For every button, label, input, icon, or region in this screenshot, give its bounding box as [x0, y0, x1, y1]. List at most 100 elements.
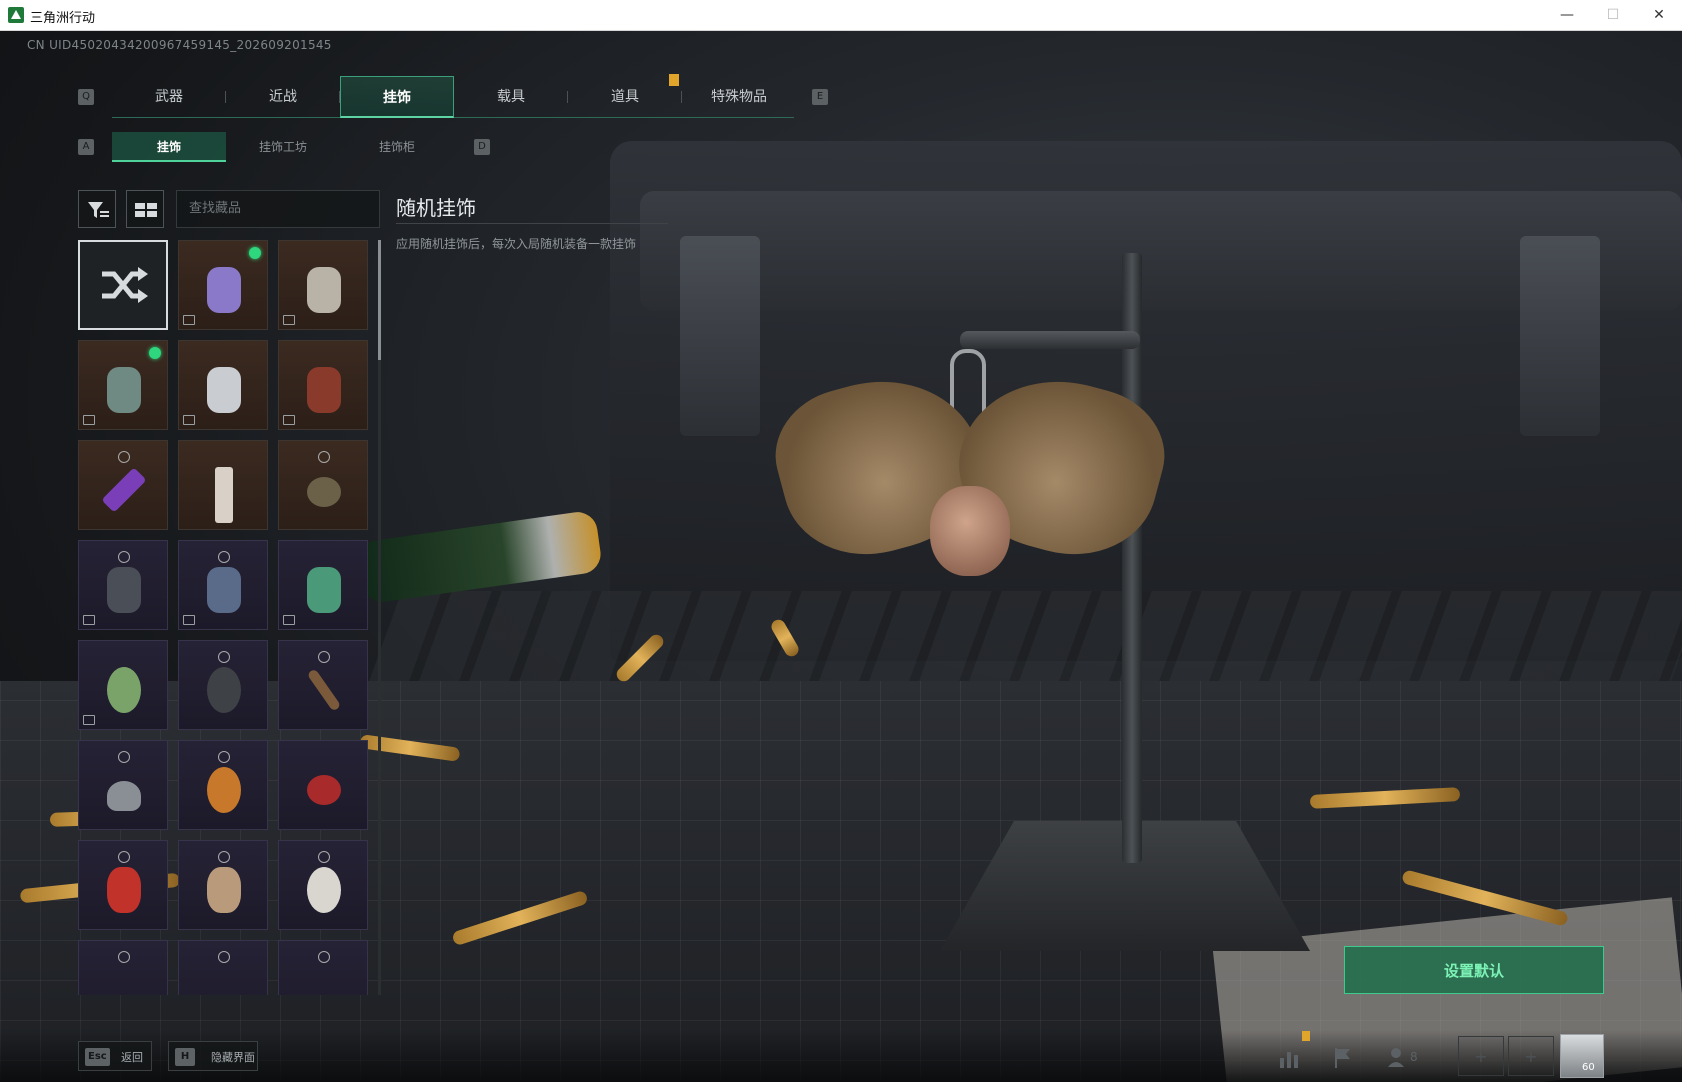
app-icon — [8, 7, 24, 23]
charm-ring — [218, 651, 230, 663]
key-hint-next-tab: E — [812, 89, 828, 105]
close-button[interactable]: ✕ — [1636, 0, 1682, 31]
charm-item[interactable] — [278, 740, 368, 830]
charm-ring — [318, 651, 330, 663]
charm-thumbnail — [307, 775, 341, 805]
charm-thumbnail — [307, 477, 341, 507]
grid-scrollbar-thumb[interactable] — [378, 240, 381, 360]
charm-item[interactable] — [78, 840, 168, 930]
charm-thumbnail — [207, 867, 241, 913]
charm-thumbnail — [107, 867, 141, 913]
charm-thumbnail — [207, 367, 241, 413]
charm-item[interactable] — [178, 740, 268, 830]
charm-item[interactable] — [78, 440, 168, 530]
charm-item[interactable] — [78, 340, 168, 430]
charm-thumbnail — [207, 767, 241, 813]
preview-icon — [83, 715, 95, 725]
charm-item[interactable] — [178, 340, 268, 430]
charm-item[interactable] — [278, 640, 368, 730]
back-button[interactable]: Esc 返回 — [78, 1041, 152, 1071]
flag-icon-shape — [1335, 1048, 1350, 1068]
minimize-button[interactable]: — — [1544, 0, 1590, 31]
charm-thumbnail — [215, 467, 233, 523]
charm-thumbnail — [207, 567, 241, 613]
charm-item[interactable] — [278, 540, 368, 630]
charm-item[interactable] — [278, 340, 368, 430]
grid-view-button[interactable] — [126, 190, 164, 228]
equipped-indicator — [249, 247, 261, 259]
party-slot[interactable]: + — [1508, 1036, 1554, 1076]
stats-icon[interactable] — [1272, 1040, 1306, 1074]
hotkey-label: 隐藏界面 — [211, 1051, 255, 1064]
subtab-charm-cabinet[interactable]: 挂饰柜 — [340, 132, 454, 162]
grid-icon — [135, 203, 157, 217]
tab-special-items[interactable]: 特殊物品 — [682, 76, 796, 118]
friends-count: 8 — [1410, 1050, 1418, 1064]
preview-icon — [183, 615, 195, 625]
uid-label: CN UID450204342009674591​45_202609201545 — [27, 38, 332, 52]
window-titlebar: 三角洲行动 — ☐ ✕ — [0, 0, 1682, 31]
charm-ring — [218, 951, 230, 963]
tab-melee[interactable]: 近战 — [226, 76, 340, 118]
random-charm-item[interactable] — [78, 240, 168, 330]
charm-item[interactable] — [278, 440, 368, 530]
hotkey-key: H — [175, 1048, 195, 1066]
preview-icon — [183, 315, 195, 325]
subtab-charms[interactable]: 挂饰 — [112, 132, 226, 162]
flag-icon[interactable] — [1326, 1040, 1360, 1074]
tab-notification-marker — [669, 74, 679, 86]
charm-ring — [218, 751, 230, 763]
set-default-button[interactable]: 设置默认 — [1344, 946, 1604, 994]
charm-item[interactable] — [178, 540, 268, 630]
charm-item[interactable] — [178, 840, 268, 930]
filter-button[interactable] — [78, 190, 116, 228]
tab-vehicles[interactable]: 载具 — [454, 76, 568, 118]
charm-item[interactable] — [278, 240, 368, 330]
preview-icon — [83, 615, 95, 625]
charm-thumbnail — [107, 567, 141, 613]
filter-icon — [88, 202, 109, 218]
hide-ui-button[interactable]: H 隐藏界面 — [168, 1041, 258, 1071]
charm-ring — [118, 451, 130, 463]
charm-thumbnail — [101, 467, 147, 513]
tab-weapons[interactable]: 武器 — [112, 76, 226, 118]
charm-item[interactable] — [78, 740, 168, 830]
charm-ring — [318, 951, 330, 963]
party-slot[interactable]: + — [1458, 1036, 1504, 1076]
search-input[interactable] — [176, 190, 380, 228]
charm-thumbnail — [307, 267, 341, 313]
subtab-charm-workshop[interactable]: 挂饰工坊 — [226, 132, 340, 162]
hotkey-label: 返回 — [121, 1051, 143, 1064]
charm-ring — [118, 751, 130, 763]
tab-charms[interactable]: 挂饰 — [340, 76, 454, 118]
charm-thumbnail — [307, 867, 341, 913]
maximize-button[interactable]: ☐ — [1590, 0, 1636, 31]
charm-item[interactable] — [78, 640, 168, 730]
background-latch — [680, 236, 760, 436]
charm-item[interactable] — [178, 440, 268, 530]
charm-item[interactable] — [278, 940, 368, 995]
charm-item[interactable] — [178, 940, 268, 995]
charm-item[interactable] — [78, 540, 168, 630]
preview-icon — [283, 615, 295, 625]
charm-item[interactable] — [78, 940, 168, 995]
charm-thumbnail — [207, 267, 241, 313]
tab-items[interactable]: 道具 — [568, 76, 682, 118]
key-hint-prev-tab: Q — [78, 89, 94, 105]
bar-chart-icon — [1280, 1052, 1298, 1068]
key-hint-next-subtab: D — [474, 139, 490, 155]
charm-stand-arm — [960, 331, 1140, 349]
charm-item[interactable] — [178, 240, 268, 330]
charm-item[interactable] — [278, 840, 368, 930]
friends-icon — [1388, 1048, 1404, 1067]
charm-item[interactable] — [178, 640, 268, 730]
preview-icon — [283, 315, 295, 325]
friends-button[interactable]: 8 — [1386, 1040, 1426, 1074]
equipped-indicator — [149, 347, 161, 359]
charm-thumbnail — [107, 367, 141, 413]
charm-thumbnail — [207, 667, 241, 713]
charm-grid — [78, 240, 368, 995]
detail-description: 应用随机挂饰后，每次入局随机装备一款挂饰 — [396, 237, 637, 251]
charm-thumbnail — [107, 781, 141, 811]
charm-ring — [318, 451, 330, 463]
